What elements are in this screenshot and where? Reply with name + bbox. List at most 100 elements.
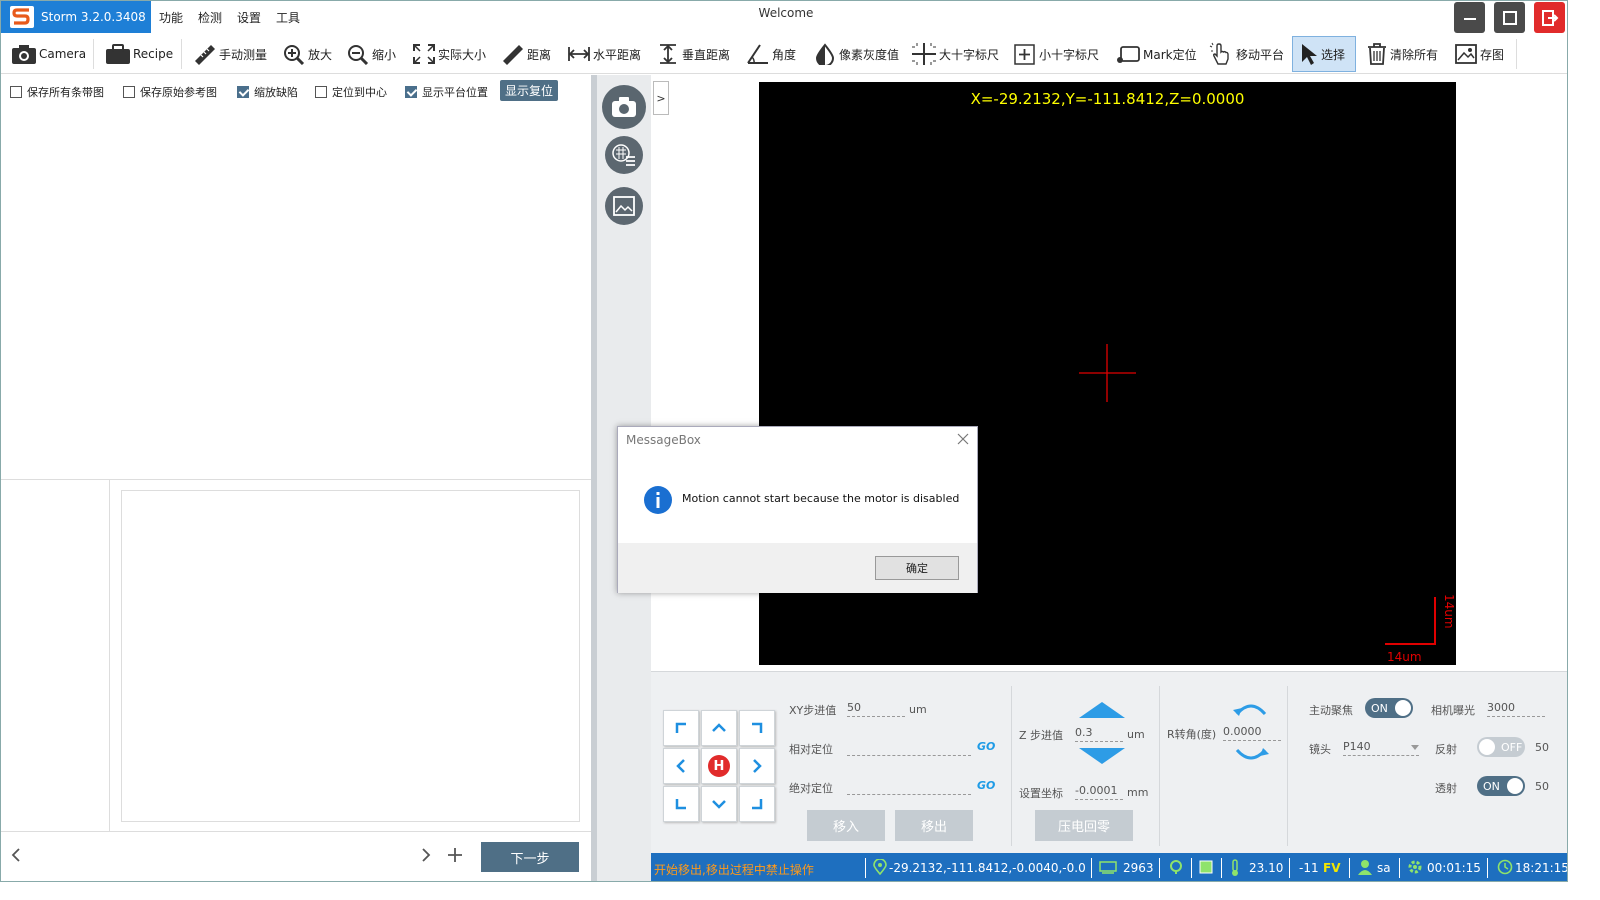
chevron-left-icon — [676, 759, 685, 773]
menu-inspect[interactable]: 检测 — [198, 9, 222, 26]
menu-function[interactable]: 功能 — [159, 9, 183, 26]
xy-step-input[interactable]: 50 — [847, 701, 905, 717]
reflect-value: 50 — [1535, 741, 1549, 754]
save-image-button[interactable]: 存图 — [1454, 40, 1504, 68]
show-reset-button[interactable]: 显示复位 — [500, 80, 558, 101]
exit-button[interactable] — [1534, 2, 1565, 33]
exposure-input[interactable]: 3000 — [1487, 701, 1545, 717]
chevron-right-icon — [753, 759, 762, 773]
prev-page-button[interactable] — [9, 847, 23, 866]
transmit-toggle[interactable]: ON — [1477, 776, 1525, 796]
move-in-button[interactable]: 移入 — [807, 810, 885, 841]
move-left-button[interactable] — [663, 748, 699, 784]
ruler-icon — [503, 45, 523, 65]
rotate-ccw-button[interactable] — [1233, 700, 1269, 723]
status-message: 开始移出,移出过程中禁止操作 — [654, 863, 814, 877]
move-down-right-button[interactable] — [739, 786, 775, 822]
relative-go-button[interactable]: GO — [977, 740, 995, 753]
absolute-go-button[interactable]: GO — [977, 779, 995, 792]
r-angle-label: R转角(度) — [1167, 728, 1217, 741]
maximize-button[interactable] — [1494, 2, 1525, 33]
rotate-cw-button[interactable] — [1233, 744, 1269, 767]
image-frame-icon — [613, 196, 635, 216]
trash-icon — [1368, 43, 1386, 65]
briefcase-icon — [106, 44, 130, 64]
angle-button[interactable]: 角度 — [746, 40, 796, 68]
device-status-icon — [1199, 860, 1213, 874]
exposure-label: 相机曝光 — [1431, 704, 1475, 717]
side-grid-list-button[interactable] — [605, 136, 643, 174]
save-original-ref-checkbox[interactable]: 保存原始参考图 — [123, 84, 217, 100]
move-out-button[interactable]: 移出 — [895, 810, 973, 841]
save-all-strips-checkbox[interactable]: 保存所有条带图 — [10, 84, 104, 100]
clear-all-button[interactable]: 清除所有 — [1366, 40, 1438, 68]
move-up-right-button[interactable] — [739, 710, 775, 746]
reflect-toggle[interactable]: OFF — [1477, 737, 1525, 757]
next-page-button[interactable] — [419, 847, 433, 866]
z-down-button[interactable] — [1077, 746, 1127, 769]
reflect-label: 反射 — [1435, 743, 1457, 756]
side-camera-button[interactable] — [602, 85, 646, 129]
status-temperature: 23.10 — [1249, 861, 1284, 875]
expand-panel-button[interactable]: > — [653, 81, 669, 115]
move-down-button[interactable] — [701, 786, 737, 822]
rotate-cw-icon — [1235, 748, 1269, 760]
minimize-button[interactable] — [1454, 2, 1485, 33]
zoom-defect-checkbox[interactable]: 缩放缺陷 — [237, 84, 298, 100]
chevron-left-icon — [11, 848, 20, 862]
move-stage-button[interactable]: 移动平台 — [1208, 40, 1284, 68]
camera-icon — [12, 45, 36, 64]
set-coordinate-unit: mm — [1127, 786, 1149, 799]
status-clock: 18:21:15 — [1515, 861, 1568, 875]
hand-pointer-icon — [1209, 42, 1229, 65]
menu-settings[interactable]: 设置 — [237, 9, 261, 26]
horizontal-distance-button[interactable]: 水平距离 — [567, 40, 641, 68]
rotate-ccw-icon — [1233, 704, 1267, 716]
relative-position-input[interactable] — [847, 740, 971, 756]
manual-measure-button[interactable]: 手动测量 — [193, 40, 267, 68]
big-cross-icon — [912, 43, 936, 65]
home-button[interactable]: H — [701, 748, 737, 784]
close-icon — [957, 433, 969, 445]
move-right-button[interactable] — [739, 748, 775, 784]
picture-icon — [1455, 44, 1477, 64]
auto-focus-toggle[interactable]: ON — [1365, 698, 1413, 718]
next-step-button[interactable]: 下一步 — [481, 842, 579, 872]
relative-position-label: 相对定位 — [789, 743, 833, 756]
camera-button[interactable]: Camera — [11, 40, 86, 68]
ok-button[interactable]: 确定 — [875, 556, 959, 580]
move-up-button[interactable] — [701, 710, 737, 746]
select-button[interactable]: 选择 — [1292, 36, 1356, 72]
vertical-distance-button[interactable]: 垂直距离 — [656, 40, 730, 68]
dialog-title: MessageBox — [626, 433, 701, 447]
move-down-left-button[interactable] — [663, 786, 699, 822]
pixel-gray-button[interactable]: 像素灰度值 — [813, 40, 899, 68]
zoom-out-button[interactable]: 缩小 — [346, 40, 396, 68]
z-step-input[interactable]: 0.3 — [1075, 726, 1123, 742]
zoom-in-button[interactable]: 放大 — [282, 40, 332, 68]
show-stage-position-checkbox[interactable]: 显示平台位置 — [405, 84, 488, 100]
small-cross-ruler-button[interactable]: 小十字标尺 — [1013, 40, 1099, 68]
auto-focus-label: 主动聚焦 — [1309, 704, 1353, 717]
mark-locate-button[interactable]: Mark定位 — [1115, 40, 1197, 68]
set-coordinate-input[interactable]: -0.0001 — [1075, 784, 1123, 800]
locate-center-checkbox[interactable]: 定位到中心 — [315, 84, 387, 100]
scale-bar-y-label: 14um — [1442, 594, 1456, 629]
move-up-left-button[interactable] — [663, 710, 699, 746]
menu-tools[interactable]: 工具 — [276, 9, 300, 26]
r-angle-input[interactable]: 0.0000 — [1223, 725, 1281, 741]
dialog-close-button[interactable] — [957, 433, 969, 448]
side-image-button[interactable] — [605, 187, 643, 225]
distance-button[interactable]: 距离 — [501, 40, 551, 68]
big-cross-ruler-button[interactable]: 大十字标尺 — [911, 40, 999, 68]
toolbar: Camera Recipe 手动测量 放大 缩小 实际大小 距离 水平距离 垂直… — [1, 34, 1567, 74]
counter-icon — [1099, 860, 1117, 874]
piezo-zero-button[interactable]: 压电回零 — [1035, 810, 1133, 841]
recipe-button[interactable]: Recipe — [105, 40, 173, 68]
left-panel: 保存所有条带图 保存原始参考图 缩放缺陷 定位到中心 显示平台位置 显示复位 下… — [1, 75, 591, 881]
absolute-position-input[interactable] — [847, 779, 971, 795]
actual-size-button[interactable]: 实际大小 — [412, 40, 486, 68]
add-button[interactable] — [447, 847, 463, 866]
lens-select[interactable]: P140 — [1343, 740, 1419, 756]
z-up-button[interactable] — [1077, 700, 1127, 723]
